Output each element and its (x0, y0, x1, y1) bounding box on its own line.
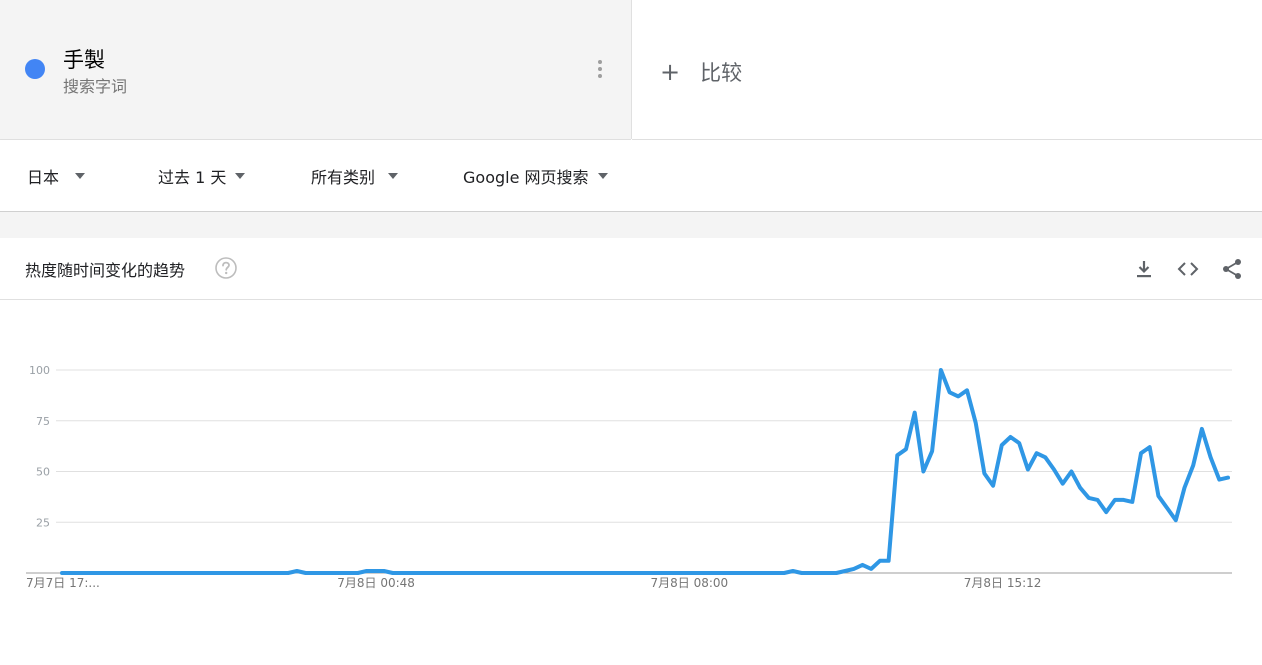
category-dropdown[interactable]: 所有类别 (311, 164, 399, 188)
search-property-label: Google 网页搜索 (463, 168, 589, 187)
caret-down-icon (75, 173, 86, 179)
time-range-dropdown[interactable]: 过去 1 天 (158, 164, 246, 188)
search-term-card[interactable]: 手製 搜索字词 (0, 0, 631, 140)
search-property-dropdown[interactable]: Google 网页搜索 (463, 164, 608, 188)
plus-icon: + (660, 58, 681, 86)
caret-down-icon (388, 173, 399, 179)
card-title: 热度随时间变化的趋势 (25, 261, 186, 280)
y-tick-label: 50 (36, 466, 50, 479)
caret-down-icon (235, 173, 246, 179)
share-icon[interactable] (1220, 257, 1244, 281)
search-term-type: 搜索字词 (63, 77, 128, 96)
category-label: 所有类别 (311, 168, 376, 187)
embed-icon[interactable] (1176, 257, 1200, 281)
x-tick-label: 7月7日 17:... (26, 576, 100, 590)
interest-line-chart[interactable]: 25 50 75 100 7月7日 17:... 7月8日 00:48 7月8日 08:00… (0, 300, 1262, 600)
download-icon[interactable] (1132, 257, 1156, 281)
x-tick-label: 7月8日 15:12 (964, 576, 1042, 590)
compare-label: 比较 (700, 61, 743, 85)
region-label: 日本 (27, 168, 60, 187)
y-tick-label: 25 (36, 516, 50, 529)
filter-bar: 日本 过去 1 天 所有类别 Google 网页搜索 (0, 140, 1262, 212)
section-gap (0, 212, 1262, 238)
add-comparison-button[interactable]: + 比较 (660, 56, 742, 88)
card-header: 热度随时间变化的趋势 (0, 238, 1262, 300)
interest-over-time-card: 热度随时间变化的趋势 25 50 75 100 7月7日 17:... 7月8日… (0, 238, 1262, 665)
trends-explore-page: 手製 搜索字词 + 比较 日本 过去 1 天 所有类别 Google 网页搜索 … (0, 0, 1262, 665)
x-tick-label: 7月8日 08:00 (651, 576, 729, 590)
time-range-label: 过去 1 天 (158, 168, 227, 187)
series-color-dot (25, 59, 45, 79)
help-icon[interactable] (215, 257, 237, 279)
y-tick-label: 75 (36, 415, 50, 428)
y-tick-label: 100 (29, 364, 50, 377)
region-dropdown[interactable]: 日本 (27, 164, 86, 188)
more-vert-icon[interactable] (590, 58, 610, 80)
compare-panel: + 比较 (632, 0, 1262, 140)
search-term-name[interactable]: 手製 (63, 44, 105, 74)
x-tick-label: 7月8日 00:48 (337, 576, 415, 590)
caret-down-icon (597, 173, 608, 179)
